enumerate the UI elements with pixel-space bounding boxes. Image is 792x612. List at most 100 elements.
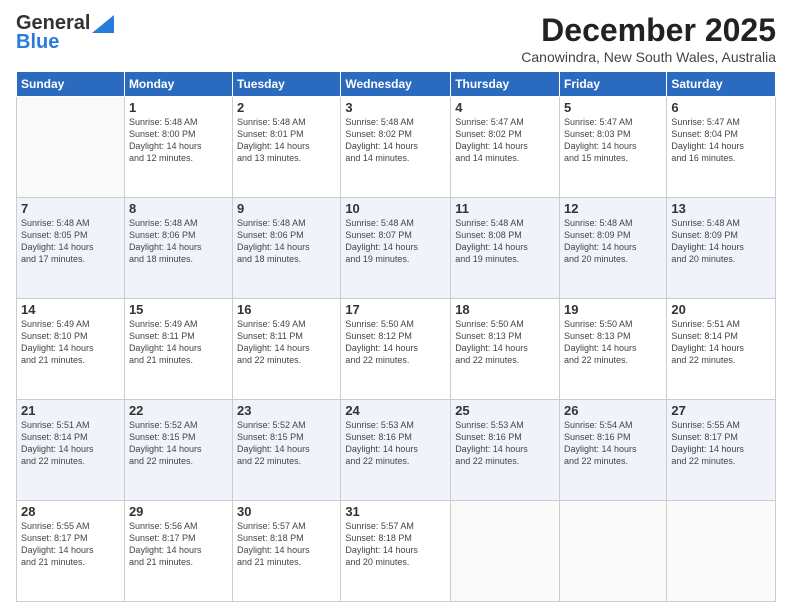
day-number: 18 <box>455 302 555 317</box>
day-number: 5 <box>564 100 662 115</box>
calendar-header-friday: Friday <box>560 72 667 97</box>
calendar-cell <box>667 501 776 602</box>
day-info: Sunrise: 5:50 AM Sunset: 8:13 PM Dayligh… <box>564 318 662 367</box>
day-number: 23 <box>237 403 336 418</box>
day-number: 27 <box>671 403 771 418</box>
calendar-cell: 10Sunrise: 5:48 AM Sunset: 8:07 PM Dayli… <box>341 198 451 299</box>
day-number: 8 <box>129 201 228 216</box>
calendar-cell: 29Sunrise: 5:56 AM Sunset: 8:17 PM Dayli… <box>124 501 232 602</box>
day-number: 11 <box>455 201 555 216</box>
day-number: 19 <box>564 302 662 317</box>
day-info: Sunrise: 5:49 AM Sunset: 8:11 PM Dayligh… <box>237 318 336 367</box>
calendar-cell: 4Sunrise: 5:47 AM Sunset: 8:02 PM Daylig… <box>451 97 560 198</box>
day-info: Sunrise: 5:47 AM Sunset: 8:04 PM Dayligh… <box>671 116 771 165</box>
day-number: 9 <box>237 201 336 216</box>
day-number: 7 <box>21 201 120 216</box>
calendar-header-wednesday: Wednesday <box>341 72 451 97</box>
title-area: December 2025 Canowindra, New South Wale… <box>521 12 776 65</box>
calendar-cell: 20Sunrise: 5:51 AM Sunset: 8:14 PM Dayli… <box>667 299 776 400</box>
day-number: 15 <box>129 302 228 317</box>
calendar-cell: 1Sunrise: 5:48 AM Sunset: 8:00 PM Daylig… <box>124 97 232 198</box>
day-info: Sunrise: 5:48 AM Sunset: 8:06 PM Dayligh… <box>129 217 228 266</box>
day-number: 6 <box>671 100 771 115</box>
day-info: Sunrise: 5:50 AM Sunset: 8:12 PM Dayligh… <box>345 318 446 367</box>
calendar-cell: 26Sunrise: 5:54 AM Sunset: 8:16 PM Dayli… <box>560 400 667 501</box>
day-info: Sunrise: 5:48 AM Sunset: 8:09 PM Dayligh… <box>564 217 662 266</box>
day-info: Sunrise: 5:54 AM Sunset: 8:16 PM Dayligh… <box>564 419 662 468</box>
day-info: Sunrise: 5:52 AM Sunset: 8:15 PM Dayligh… <box>237 419 336 468</box>
day-info: Sunrise: 5:53 AM Sunset: 8:16 PM Dayligh… <box>455 419 555 468</box>
day-info: Sunrise: 5:49 AM Sunset: 8:10 PM Dayligh… <box>21 318 120 367</box>
calendar-header-thursday: Thursday <box>451 72 560 97</box>
calendar-cell: 19Sunrise: 5:50 AM Sunset: 8:13 PM Dayli… <box>560 299 667 400</box>
day-number: 31 <box>345 504 446 519</box>
calendar-header-monday: Monday <box>124 72 232 97</box>
calendar-cell: 12Sunrise: 5:48 AM Sunset: 8:09 PM Dayli… <box>560 198 667 299</box>
calendar-table: SundayMondayTuesdayWednesdayThursdayFrid… <box>16 71 776 602</box>
calendar-cell: 31Sunrise: 5:57 AM Sunset: 8:18 PM Dayli… <box>341 501 451 602</box>
calendar-cell: 27Sunrise: 5:55 AM Sunset: 8:17 PM Dayli… <box>667 400 776 501</box>
calendar-header-sunday: Sunday <box>17 72 125 97</box>
day-info: Sunrise: 5:48 AM Sunset: 8:06 PM Dayligh… <box>237 217 336 266</box>
day-info: Sunrise: 5:47 AM Sunset: 8:02 PM Dayligh… <box>455 116 555 165</box>
day-number: 20 <box>671 302 771 317</box>
calendar-cell: 25Sunrise: 5:53 AM Sunset: 8:16 PM Dayli… <box>451 400 560 501</box>
calendar-header-tuesday: Tuesday <box>233 72 341 97</box>
calendar-cell: 13Sunrise: 5:48 AM Sunset: 8:09 PM Dayli… <box>667 198 776 299</box>
day-info: Sunrise: 5:53 AM Sunset: 8:16 PM Dayligh… <box>345 419 446 468</box>
logo: General Blue <box>16 12 114 54</box>
day-info: Sunrise: 5:49 AM Sunset: 8:11 PM Dayligh… <box>129 318 228 367</box>
day-info: Sunrise: 5:50 AM Sunset: 8:13 PM Dayligh… <box>455 318 555 367</box>
calendar-cell: 21Sunrise: 5:51 AM Sunset: 8:14 PM Dayli… <box>17 400 125 501</box>
calendar-cell: 17Sunrise: 5:50 AM Sunset: 8:12 PM Dayli… <box>341 299 451 400</box>
main-title: December 2025 <box>521 12 776 49</box>
day-info: Sunrise: 5:47 AM Sunset: 8:03 PM Dayligh… <box>564 116 662 165</box>
calendar-cell <box>451 501 560 602</box>
calendar-cell: 23Sunrise: 5:52 AM Sunset: 8:15 PM Dayli… <box>233 400 341 501</box>
day-info: Sunrise: 5:57 AM Sunset: 8:18 PM Dayligh… <box>345 520 446 569</box>
calendar-cell: 24Sunrise: 5:53 AM Sunset: 8:16 PM Dayli… <box>341 400 451 501</box>
calendar-header-saturday: Saturday <box>667 72 776 97</box>
subtitle: Canowindra, New South Wales, Australia <box>521 49 776 65</box>
day-number: 10 <box>345 201 446 216</box>
day-info: Sunrise: 5:52 AM Sunset: 8:15 PM Dayligh… <box>129 419 228 468</box>
day-info: Sunrise: 5:48 AM Sunset: 8:08 PM Dayligh… <box>455 217 555 266</box>
day-info: Sunrise: 5:55 AM Sunset: 8:17 PM Dayligh… <box>671 419 771 468</box>
calendar-week-row: 21Sunrise: 5:51 AM Sunset: 8:14 PM Dayli… <box>17 400 776 501</box>
calendar-cell: 3Sunrise: 5:48 AM Sunset: 8:02 PM Daylig… <box>341 97 451 198</box>
calendar-cell: 9Sunrise: 5:48 AM Sunset: 8:06 PM Daylig… <box>233 198 341 299</box>
calendar-cell: 28Sunrise: 5:55 AM Sunset: 8:17 PM Dayli… <box>17 501 125 602</box>
day-number: 25 <box>455 403 555 418</box>
day-info: Sunrise: 5:55 AM Sunset: 8:17 PM Dayligh… <box>21 520 120 569</box>
day-info: Sunrise: 5:48 AM Sunset: 8:09 PM Dayligh… <box>671 217 771 266</box>
day-info: Sunrise: 5:48 AM Sunset: 8:01 PM Dayligh… <box>237 116 336 165</box>
calendar-cell: 30Sunrise: 5:57 AM Sunset: 8:18 PM Dayli… <box>233 501 341 602</box>
calendar-cell: 2Sunrise: 5:48 AM Sunset: 8:01 PM Daylig… <box>233 97 341 198</box>
day-info: Sunrise: 5:56 AM Sunset: 8:17 PM Dayligh… <box>129 520 228 569</box>
day-number: 26 <box>564 403 662 418</box>
day-number: 4 <box>455 100 555 115</box>
day-number: 29 <box>129 504 228 519</box>
day-number: 22 <box>129 403 228 418</box>
day-number: 28 <box>21 504 120 519</box>
calendar-week-row: 28Sunrise: 5:55 AM Sunset: 8:17 PM Dayli… <box>17 501 776 602</box>
calendar-cell: 16Sunrise: 5:49 AM Sunset: 8:11 PM Dayli… <box>233 299 341 400</box>
calendar-week-row: 14Sunrise: 5:49 AM Sunset: 8:10 PM Dayli… <box>17 299 776 400</box>
day-info: Sunrise: 5:48 AM Sunset: 8:02 PM Dayligh… <box>345 116 446 165</box>
logo-bird-icon <box>92 15 114 33</box>
calendar-week-row: 1Sunrise: 5:48 AM Sunset: 8:00 PM Daylig… <box>17 97 776 198</box>
calendar-cell: 11Sunrise: 5:48 AM Sunset: 8:08 PM Dayli… <box>451 198 560 299</box>
day-info: Sunrise: 5:48 AM Sunset: 8:05 PM Dayligh… <box>21 217 120 266</box>
day-info: Sunrise: 5:48 AM Sunset: 8:00 PM Dayligh… <box>129 116 228 165</box>
calendar-cell: 7Sunrise: 5:48 AM Sunset: 8:05 PM Daylig… <box>17 198 125 299</box>
header: General Blue December 2025 Canowindra, N… <box>16 12 776 65</box>
calendar-week-row: 7Sunrise: 5:48 AM Sunset: 8:05 PM Daylig… <box>17 198 776 299</box>
calendar-cell <box>17 97 125 198</box>
calendar-cell: 22Sunrise: 5:52 AM Sunset: 8:15 PM Dayli… <box>124 400 232 501</box>
calendar-cell: 8Sunrise: 5:48 AM Sunset: 8:06 PM Daylig… <box>124 198 232 299</box>
day-info: Sunrise: 5:48 AM Sunset: 8:07 PM Dayligh… <box>345 217 446 266</box>
day-number: 16 <box>237 302 336 317</box>
logo-blue: Blue <box>16 31 59 54</box>
day-number: 30 <box>237 504 336 519</box>
day-info: Sunrise: 5:51 AM Sunset: 8:14 PM Dayligh… <box>671 318 771 367</box>
